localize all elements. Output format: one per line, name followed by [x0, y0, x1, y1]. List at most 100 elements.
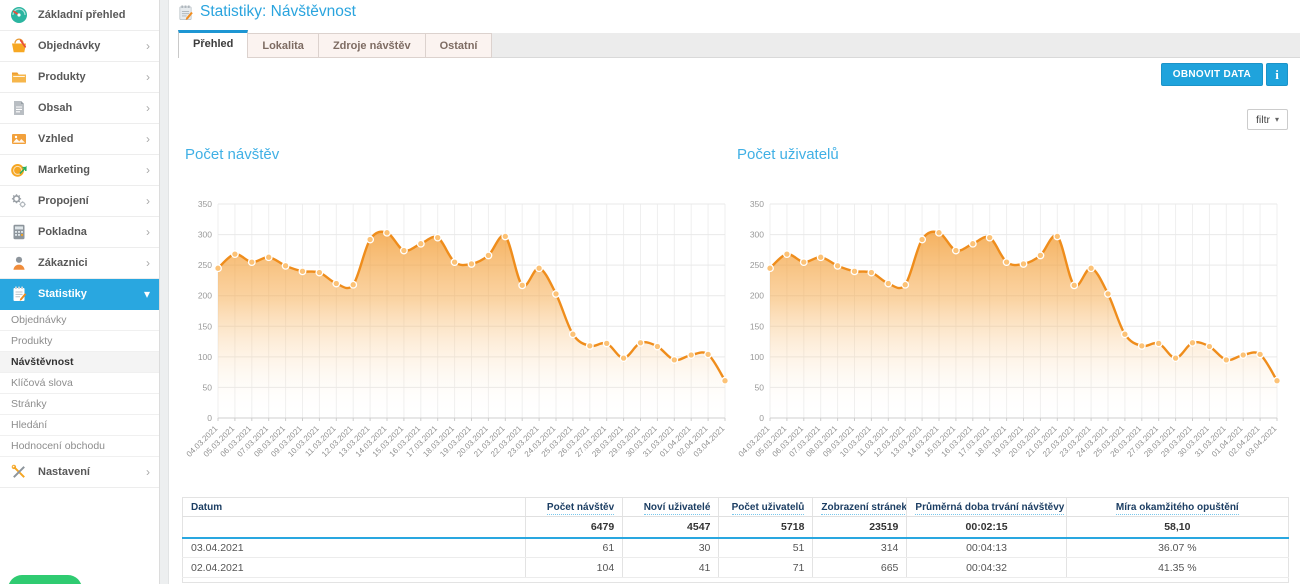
sidebar-subitem-hledani[interactable]: Hledání	[0, 415, 159, 436]
sidebar-subitem-objednavky[interactable]: Objednávky	[0, 310, 159, 331]
users-chart-plot: 05010015020025030035004.03.202105.03.202…	[737, 190, 1289, 462]
tab-ostatni[interactable]: Ostatní	[425, 33, 493, 58]
table-row: 03.04.202161305131400:04:1336.07 %	[183, 538, 1289, 558]
svg-text:300: 300	[198, 230, 212, 240]
table-cell: 104	[525, 558, 622, 578]
sidebar-item-label: Zákaznici	[38, 257, 146, 269]
gauge-icon	[10, 6, 29, 24]
chevron-right-icon: ›	[146, 71, 150, 83]
filter-label: filtr	[1256, 114, 1270, 126]
statistics-notepad-icon	[177, 4, 194, 21]
svg-text:0: 0	[759, 413, 764, 423]
column-header-novi-uzivatele[interactable]: Noví uživatelé	[623, 498, 719, 517]
sidebar-subitem-produkty[interactable]: Produkty	[0, 331, 159, 352]
sidebar-item-vzhled[interactable]: Vzhled›	[0, 124, 159, 155]
svg-text:150: 150	[198, 321, 212, 331]
column-header-zobrazeni-stranek[interactable]: Zobrazení stránek	[813, 498, 907, 517]
chevron-right-icon: ›	[146, 226, 150, 238]
chevron-right-icon: ›	[146, 195, 150, 207]
users-chart-title: Počet uživatelů	[737, 146, 1289, 163]
sidebar-item-propojeni[interactable]: Propojení›	[0, 186, 159, 217]
info-button[interactable]: i	[1266, 63, 1288, 86]
svg-text:50: 50	[203, 382, 213, 392]
page-header: Statistiky: Návštěvnost	[177, 3, 356, 21]
chat-button[interactable]	[8, 575, 82, 584]
table-cell: 314	[813, 538, 907, 558]
column-header-prumerna-doba-trvani-navstevy[interactable]: Průměrná doba trvání návštěvy	[907, 498, 1066, 517]
svg-text:0: 0	[207, 413, 212, 423]
summary-cell: 6479	[525, 517, 622, 538]
table-cell: 03.04.2021	[183, 538, 526, 558]
table-header-row: DatumPočet návštěvNoví uživateléPočet už…	[183, 498, 1289, 517]
tabbar-filler	[492, 33, 1300, 58]
svg-text:300: 300	[750, 230, 764, 240]
sidebar-subitem-hodnoceni-obchodu[interactable]: Hodnocení obchodu	[0, 436, 159, 457]
table-row-partial	[183, 578, 1289, 583]
sidebar-item-label: Produkty	[38, 71, 146, 83]
chevron-down-icon: ▾	[144, 288, 150, 300]
table-cell: 71	[719, 558, 813, 578]
customers-person-icon	[10, 254, 29, 272]
column-header-pocet-uzivatelu[interactable]: Počet uživatelů	[719, 498, 813, 517]
summary-cell	[183, 517, 526, 538]
chevron-right-icon: ›	[146, 102, 150, 114]
table-cell: 51	[719, 538, 813, 558]
sidebar-item-marketing[interactable]: Marketing›	[0, 155, 159, 186]
svg-text:100: 100	[750, 352, 764, 362]
table-summary-row: 6479454757182351900:02:1558,10	[183, 517, 1289, 538]
sidebar-item-label: Marketing	[38, 164, 146, 176]
sidebar-item-nastaveni[interactable]: Nastavení›	[0, 457, 159, 488]
column-header-datum: Datum	[183, 498, 526, 517]
table-cell: 665	[813, 558, 907, 578]
svg-text:250: 250	[750, 260, 764, 270]
visits-chart: Počet návštěv 05010015020025030035004.03…	[185, 146, 737, 466]
sidebar-subitem-navstevnost[interactable]: Návštěvnost	[0, 352, 159, 373]
users-chart: Počet uživatelů 05010015020025030035004.…	[737, 146, 1289, 466]
app-root: { "header": { "title": "Statistiky: Návš…	[0, 0, 1300, 584]
column-header-pocet-navstev[interactable]: Počet návštěv	[525, 498, 622, 517]
chevron-right-icon: ›	[146, 257, 150, 269]
sidebar-subitem-klicova-slova[interactable]: Klíčová slova	[0, 373, 159, 394]
sidebar-item-statistiky[interactable]: Statistiky▾	[0, 279, 159, 310]
sidebar-item-zakaznici[interactable]: Zákaznici›	[0, 248, 159, 279]
sidebar-item-objednavky[interactable]: Objednávky›	[0, 31, 159, 62]
statistics-notepad-icon	[10, 285, 29, 303]
appearance-image-icon	[10, 130, 29, 148]
svg-text:50: 50	[755, 382, 765, 392]
stats-table-wrap: DatumPočet návštěvNoví uživateléPočet už…	[182, 497, 1289, 583]
sidebar-item-pokladna[interactable]: Pokladna›	[0, 217, 159, 248]
table-row: 02.04.2021104417166500:04:3241.35 %	[183, 558, 1289, 578]
page-title: Statistiky: Návštěvnost	[200, 3, 356, 21]
summary-cell: 5718	[719, 517, 813, 538]
sidebar-scrollbar[interactable]	[160, 0, 169, 584]
column-header-mira-okamziteho-opusteni[interactable]: Míra okamžitého opuštění	[1066, 498, 1288, 517]
sidebar-item-label: Základní přehled	[38, 9, 150, 21]
sidebar-item-zakladni-prehled[interactable]: Základní přehled	[0, 0, 159, 31]
tab-zdroje-navstev[interactable]: Zdroje návštěv	[318, 33, 426, 58]
filter-dropdown[interactable]: filtr ▾	[1247, 109, 1288, 130]
svg-text:150: 150	[750, 321, 764, 331]
summary-cell: 23519	[813, 517, 907, 538]
svg-text:250: 250	[198, 260, 212, 270]
sidebar-subitem-stranky[interactable]: Stránky	[0, 394, 159, 415]
sidebar-item-obsah[interactable]: Obsah›	[0, 93, 159, 124]
tab-bar: PřehledLokalitaZdroje návštěvOstatní	[178, 30, 1300, 58]
stats-table: DatumPočet návštěvNoví uživateléPočet už…	[182, 497, 1289, 583]
tab-prehled[interactable]: Přehled	[178, 30, 248, 58]
sidebar-item-label: Statistiky	[38, 288, 144, 300]
main-content: Statistiky: Návštěvnost PřehledLokalitaZ…	[170, 0, 1300, 584]
sidebar-item-label: Obsah	[38, 102, 146, 114]
sidebar-item-produkty[interactable]: Produkty›	[0, 62, 159, 93]
table-cell: 02.04.2021	[183, 558, 526, 578]
table-cell: 61	[525, 538, 622, 558]
integrations-gears-icon	[10, 192, 29, 210]
summary-cell: 00:02:15	[907, 517, 1066, 538]
refresh-data-button[interactable]: OBNOVIT DATA	[1161, 63, 1263, 86]
visits-chart-title: Počet návštěv	[185, 146, 737, 163]
svg-text:200: 200	[750, 291, 764, 301]
tab-lokalita[interactable]: Lokalita	[247, 33, 319, 58]
table-cell: 41	[623, 558, 719, 578]
settings-tools-icon	[10, 463, 29, 481]
toolbar: OBNOVIT DATA i	[1161, 63, 1288, 86]
sidebar: Základní přehledObjednávky›Produkty›Obsa…	[0, 0, 160, 584]
